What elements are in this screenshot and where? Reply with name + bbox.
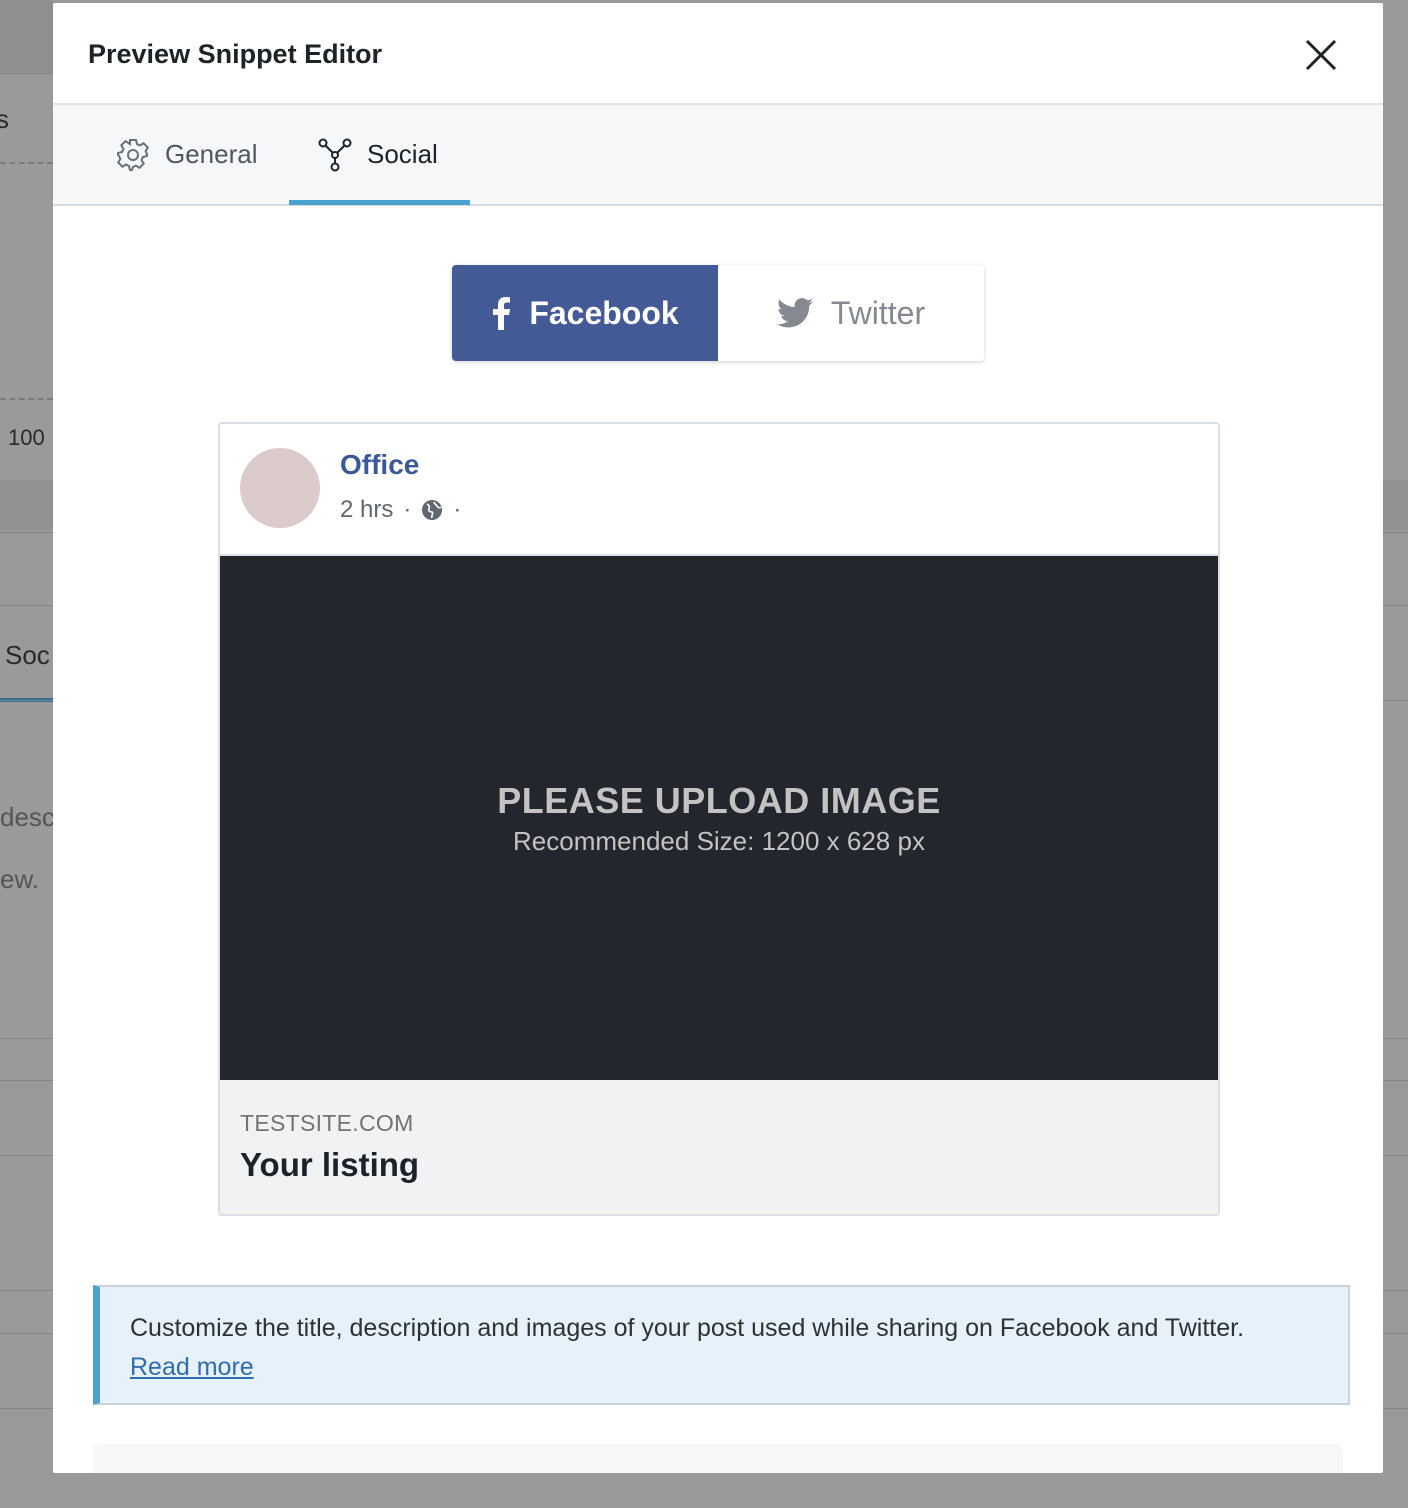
read-more-link[interactable]: Read more [130,1353,254,1381]
facebook-toggle-button[interactable]: Facebook [452,265,718,361]
facebook-icon [493,297,511,330]
post-time: 2 hrs [340,496,394,523]
meta-separator: · [453,496,462,523]
twitter-label: Twitter [830,294,926,331]
avatar [240,448,320,528]
active-tab-indicator [289,200,470,205]
globe-icon [422,500,443,520]
bg-fragment-1: s [0,104,9,134]
bg-band [0,480,53,530]
gear-icon [116,138,150,171]
image-placeholder[interactable]: PLEASE UPLOAD IMAGE Recommended Size: 12… [220,556,1218,1080]
modal-title: Preview Snippet Editor [88,39,383,69]
link-preview-footer: TESTSITE.COM Your listing [220,1080,1218,1214]
image-placeholder-subtitle: Recommended Size: 1200 x 628 px [513,825,925,856]
tab-social[interactable]: Social [317,105,438,204]
bg-fragment-2: 100 [8,425,45,450]
bottom-panel [93,1444,1343,1473]
preview-snippet-modal: Preview Snippet Editor General Social Fa… [53,3,1383,1473]
tab-general-label: General [165,139,258,169]
bg-fragment-5: ew. [0,864,40,894]
notice-text: Customize the title, description and ima… [130,1314,1245,1342]
twitter-icon [776,298,813,328]
facebook-label: Facebook [529,294,679,331]
post-meta: 2 hrs · · [340,496,461,524]
bg-fragment-4: desc [0,802,55,832]
tab-social-label: Social [367,139,438,169]
modal-header: Preview Snippet Editor [53,3,1383,105]
page-name: Office [340,449,420,480]
notice-text-block: Customize the title, description and ima… [130,1309,1310,1387]
close-button[interactable] [1299,33,1343,77]
link-title: Your listing [240,1146,420,1183]
share-icon [318,138,352,171]
facebook-post-preview: Office 2 hrs · · PLEASE UPLOAD IMAGE Rec… [218,422,1220,1216]
modal-tabs: General Social [53,105,1383,206]
close-icon [1305,39,1337,71]
bg-divider [0,162,53,164]
twitter-toggle-button[interactable]: Twitter [718,265,984,361]
link-domain: TESTSITE.COM [240,1110,414,1136]
bg-divider [0,398,53,400]
post-header: Office 2 hrs · · [220,424,1218,556]
meta-separator: · [403,496,412,523]
tab-general[interactable]: General [115,105,258,204]
bg-band [1383,480,1408,530]
image-placeholder-title: PLEASE UPLOAD IMAGE [497,779,941,821]
social-network-toggle: Facebook Twitter [452,265,984,361]
bg-header-band [0,0,53,75]
bg-fragment-3: Soc [5,640,50,670]
info-notice: Customize the title, description and ima… [93,1285,1350,1405]
